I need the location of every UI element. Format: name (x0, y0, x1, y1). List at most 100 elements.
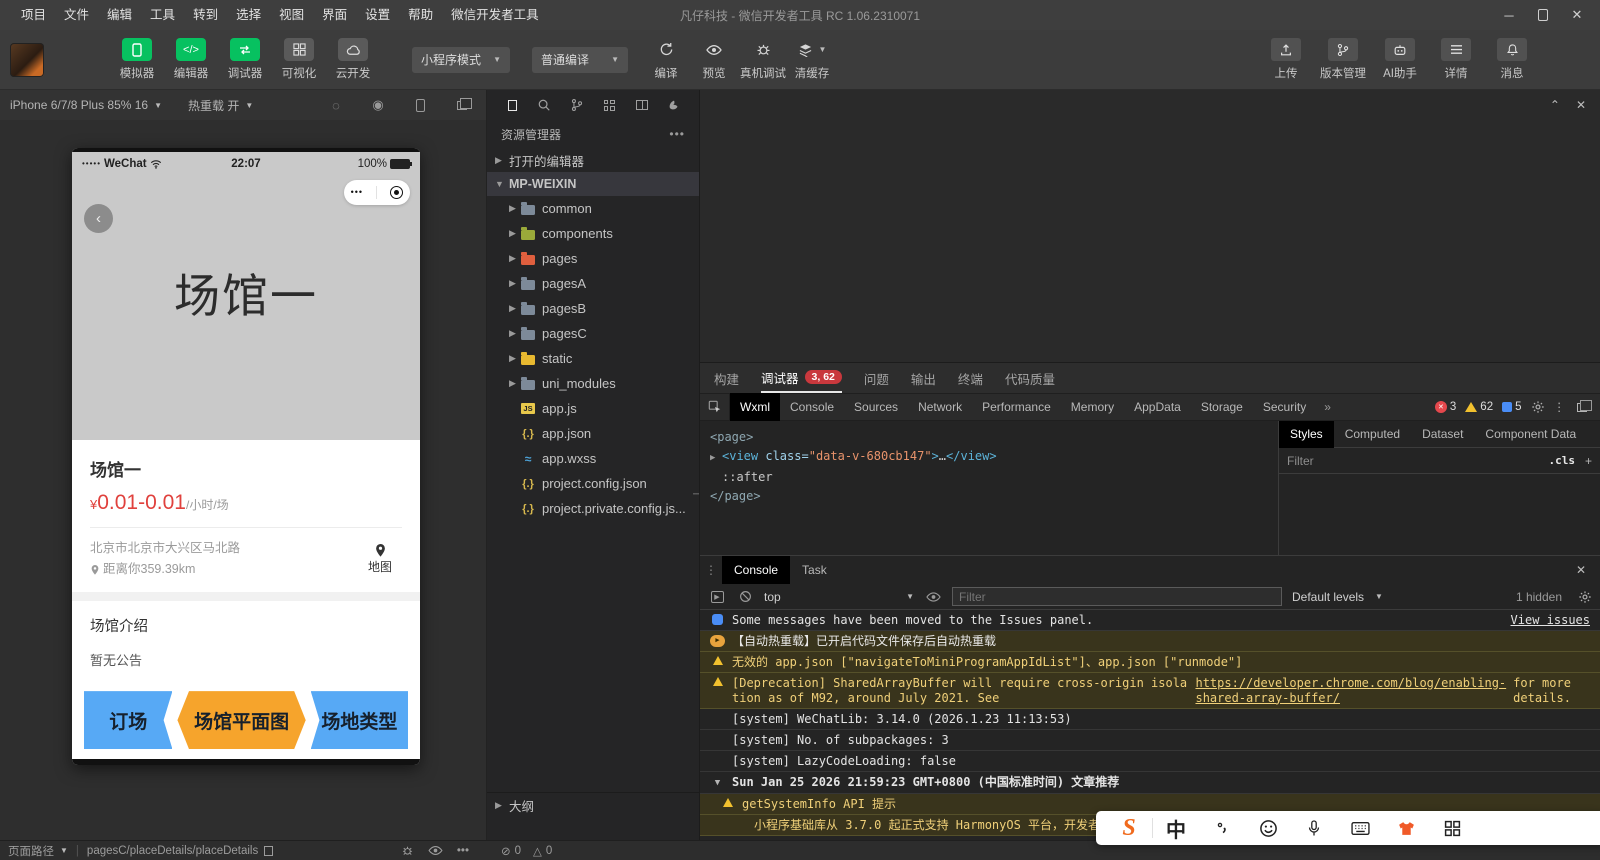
styles-tab[interactable]: Computed (1334, 421, 1411, 448)
cloud-dev-button[interactable]: 云开发 (326, 38, 380, 81)
multi-window-icon[interactable] (454, 97, 470, 113)
floorplan-button[interactable]: 场馆平面图 (177, 691, 305, 749)
page-path-label[interactable]: 页面路径 (8, 843, 54, 859)
extensions-icon[interactable] (600, 96, 618, 114)
tree-item[interactable]: ▶ {.} app.json (487, 421, 699, 446)
collapse-panel-icon[interactable]: ⌃ (1550, 98, 1560, 112)
tree-item[interactable]: ▶ pagesC (487, 321, 699, 346)
devtools-tab[interactable]: Sources (844, 393, 908, 421)
emoji-icon[interactable] (1245, 819, 1291, 838)
message-link[interactable]: View issues (1511, 613, 1590, 628)
panel-tab[interactable]: 问题 (864, 363, 889, 393)
tree-item[interactable]: ▶ static (487, 346, 699, 371)
log-levels-select[interactable]: Default levels ▼ (1292, 590, 1383, 604)
compile-mode-select[interactable]: 普通编译 ▼ (532, 47, 628, 73)
devtools-tab[interactable]: Memory (1061, 393, 1124, 421)
console-settings-icon[interactable] (1578, 590, 1592, 604)
menu-item[interactable]: 文件 (55, 0, 98, 30)
warning-badge[interactable]: 62 (1465, 401, 1493, 413)
back-button[interactable]: ‹ (84, 204, 113, 233)
minimize-button[interactable]: ─ (1494, 3, 1524, 27)
toggle-class-button[interactable]: .cls (1548, 454, 1575, 467)
dock-side-icon[interactable] (1574, 399, 1590, 415)
ai-assistant-button[interactable]: AI助手 (1378, 38, 1422, 81)
styles-tab[interactable]: Dataset (1411, 421, 1474, 448)
keyboard-icon[interactable] (1337, 821, 1383, 836)
plugin-icon[interactable] (665, 96, 683, 114)
tree-item[interactable]: ▶ {.} project.config.json (487, 471, 699, 496)
sogou-logo-icon[interactable]: S (1106, 815, 1152, 842)
record-icon[interactable]: ◉ (370, 97, 386, 113)
panel-tab[interactable]: 输出 (911, 363, 936, 393)
menu-item[interactable]: 编辑 (98, 0, 141, 30)
error-badge[interactable]: ✕3 (1435, 401, 1456, 413)
devtools-tab[interactable]: Wxml (730, 393, 780, 421)
devtools-tab[interactable]: Network (908, 393, 972, 421)
close-panel-icon[interactable]: ✕ (1576, 98, 1586, 112)
clear-console-icon[interactable] (736, 589, 754, 605)
user-avatar[interactable] (10, 43, 44, 77)
devtools-tab[interactable]: Performance (972, 393, 1061, 421)
device-select[interactable]: iPhone 6/7/8 Plus 85% 16 ▼ (10, 98, 162, 112)
tree-item[interactable]: ▶ pagesB (487, 296, 699, 321)
hot-reload-select[interactable]: 热重载 开 ▼ (188, 97, 253, 114)
settings-gear-icon[interactable] (1531, 400, 1545, 414)
inspect-element-icon[interactable] (700, 393, 730, 421)
live-expression-eye-icon[interactable] (924, 589, 942, 605)
map-button[interactable]: 地图 (358, 543, 402, 575)
panel-tab[interactable]: 构建 (714, 363, 739, 393)
tree-item[interactable]: ▶ uni_modules (487, 371, 699, 396)
tree-item[interactable]: ▶ pagesA (487, 271, 699, 296)
page-path-value[interactable]: pagesC/placeDetails/placeDetails (87, 845, 258, 857)
more-icon[interactable]: ••• (457, 845, 469, 857)
problems-section[interactable]: ⊘ 0 △ 0 (487, 844, 700, 858)
new-style-rule-button[interactable]: + (1585, 454, 1592, 468)
close-button[interactable]: ✕ (1562, 3, 1592, 27)
punctuation-icon[interactable] (1199, 820, 1245, 836)
maximize-button[interactable] (1528, 3, 1558, 27)
toolbox-grid-icon[interactable] (1429, 820, 1475, 837)
project-root-item[interactable]: ▼ MP-WEIXIN (487, 172, 699, 196)
split-editor-icon[interactable] (633, 96, 651, 114)
close-console-icon[interactable]: ✕ (1576, 563, 1600, 577)
microphone-icon[interactable] (1291, 819, 1337, 838)
copy-icon[interactable] (264, 846, 273, 856)
panel-tab[interactable]: 调试器 3, 62 (761, 363, 842, 393)
outline-section[interactable]: ▶ 大纲 (487, 792, 699, 818)
devtools-tab[interactable]: Security (1253, 393, 1316, 421)
panel-tab[interactable]: 代码质量 (1005, 363, 1055, 393)
console-filter-input[interactable] (952, 587, 1282, 606)
devtools-tab[interactable]: Console (780, 393, 844, 421)
menu-item[interactable]: 转到 (184, 0, 227, 30)
menu-item[interactable]: 界面 (313, 0, 356, 30)
files-icon[interactable] (503, 96, 521, 114)
tree-item[interactable]: ▶ ≈ app.wxss (487, 446, 699, 471)
tree-item[interactable]: ▶ components (487, 221, 699, 246)
execution-context-select[interactable]: top ▼ (764, 590, 914, 604)
more-icon[interactable]: ••• (351, 187, 363, 197)
editor-toggle-button[interactable]: </> 编辑器 (164, 38, 218, 81)
tree-item[interactable]: ▶ {.} project.private.config.js... (487, 496, 699, 521)
details-button[interactable]: 详情 (1434, 38, 1478, 81)
book-venue-button[interactable]: 订场 (84, 691, 172, 749)
splitter-handle[interactable]: ⋯ (693, 485, 699, 504)
menu-item[interactable]: 帮助 (399, 0, 442, 30)
devtools-tab[interactable]: AppData (1124, 393, 1191, 421)
drag-handle-icon[interactable]: ⋮ (700, 563, 722, 577)
menu-item[interactable]: 工具 (141, 0, 184, 30)
menu-item[interactable]: 项目 (12, 0, 55, 30)
tree-item[interactable]: ▶ common (487, 196, 699, 221)
rotate-icon[interactable]: ◌ (328, 97, 344, 113)
ime-language-toggle[interactable]: 中 (1153, 814, 1199, 843)
tree-item[interactable]: ▶ JS app.js (487, 396, 699, 421)
bug-icon[interactable] (401, 844, 414, 857)
devtools-tab[interactable]: Storage (1191, 393, 1253, 421)
eye-icon[interactable] (428, 845, 443, 856)
search-icon[interactable] (535, 96, 553, 114)
wxml-view-node[interactable]: ▶<view class="data-v-680cb147">…</view> (710, 447, 1278, 468)
tree-item[interactable]: ▶ pages (487, 246, 699, 271)
device-frame-icon[interactable] (412, 97, 428, 113)
styles-tab[interactable]: Component Data (1474, 421, 1587, 448)
devtools-menu-icon[interactable]: ⋮ (1554, 400, 1566, 414)
menu-item[interactable]: 视图 (270, 0, 313, 30)
